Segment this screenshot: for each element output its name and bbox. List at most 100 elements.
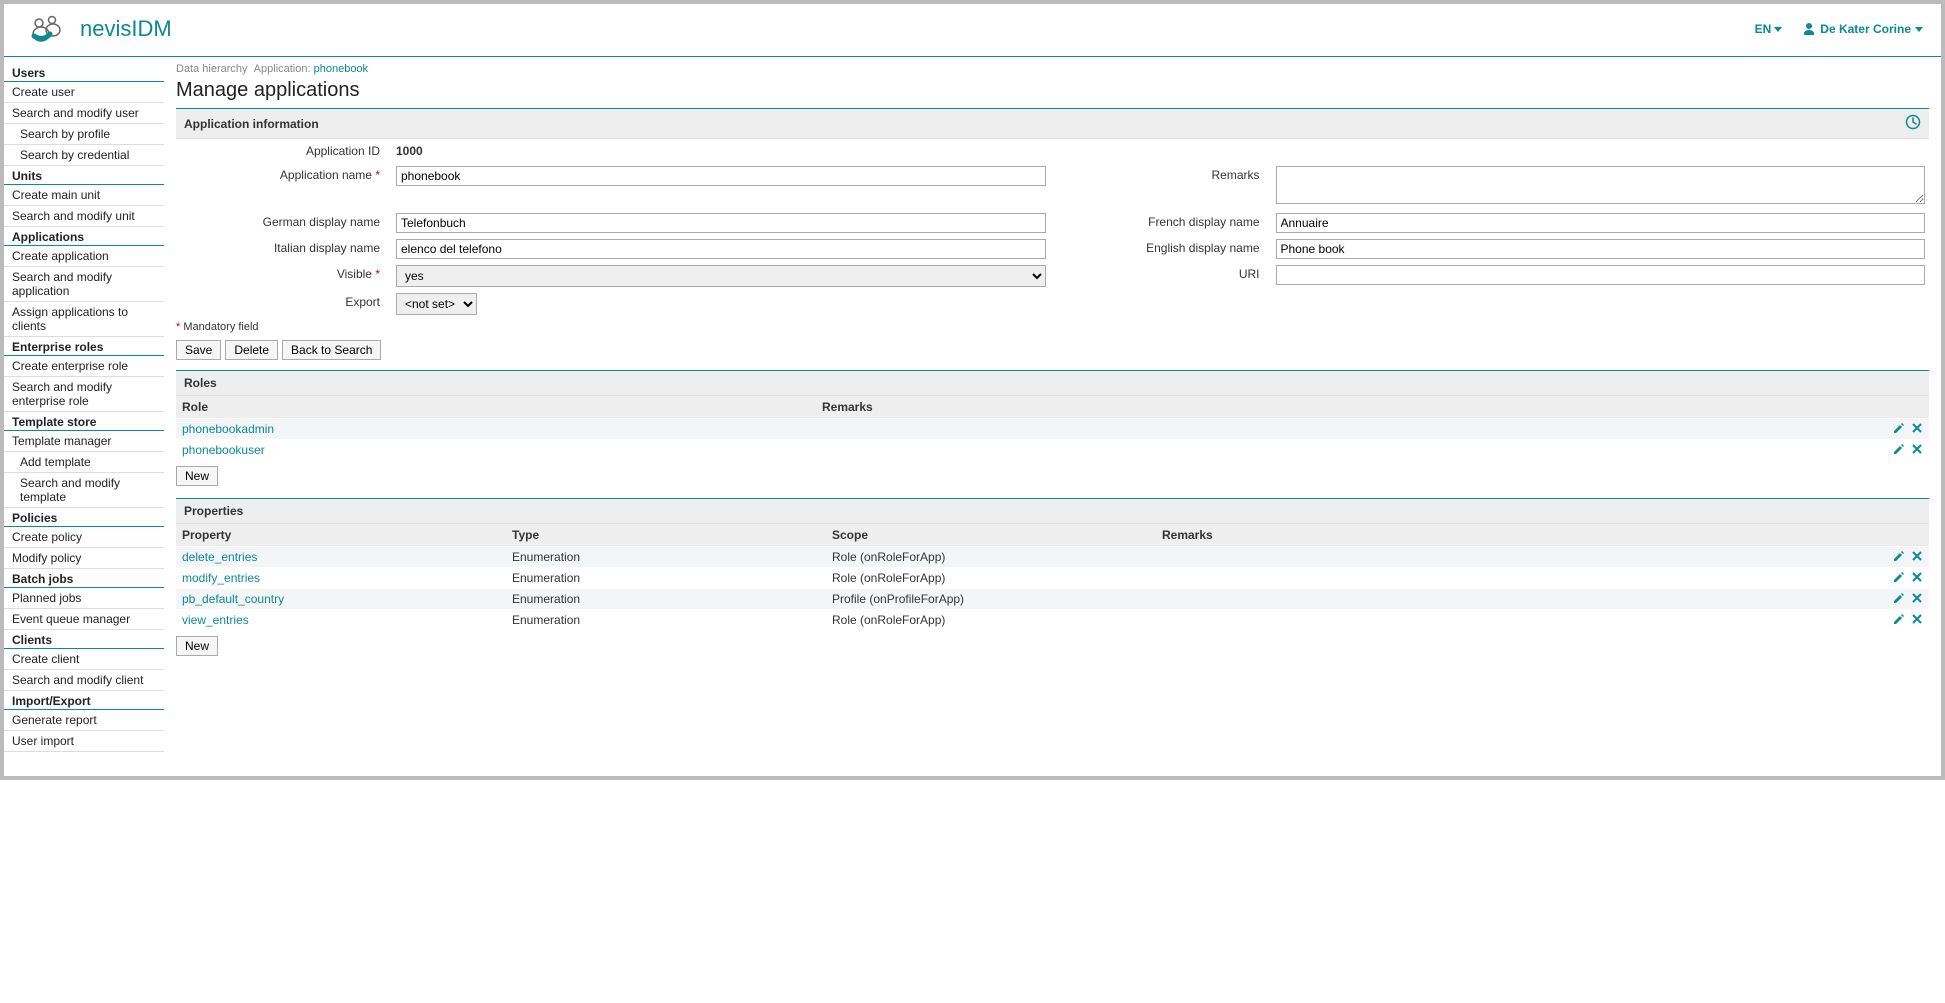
props-col-remarks: Remarks xyxy=(1162,528,1875,542)
sidebar-item[interactable]: Planned jobs xyxy=(4,588,164,609)
sidebar-item[interactable]: Search and modify application xyxy=(4,267,164,302)
input-french[interactable] xyxy=(1276,213,1926,233)
sidebar-item[interactable]: Template manager xyxy=(4,431,164,452)
role-link[interactable]: phonebookadmin xyxy=(182,422,274,436)
table-row: pb_default_country EnumerationProfile (on… xyxy=(176,588,1929,609)
property-remarks xyxy=(1162,571,1875,585)
roles-new-button[interactable]: New xyxy=(176,466,218,486)
sidebar-item[interactable]: Add template xyxy=(4,452,164,473)
sidebar-section: Users xyxy=(4,63,164,82)
property-remarks xyxy=(1162,550,1875,564)
properties-panel: Properties Property Type Scope Remarks d… xyxy=(176,498,1929,658)
label-app-id: Application ID xyxy=(176,139,386,163)
sidebar-item[interactable]: Generate report xyxy=(4,710,164,731)
properties-title: Properties xyxy=(184,504,243,518)
input-remarks[interactable] xyxy=(1276,166,1926,204)
table-row: phonebookadmin xyxy=(176,418,1929,439)
select-export[interactable]: <not set> xyxy=(396,293,477,315)
input-app-name[interactable] xyxy=(396,166,1046,186)
edit-icon[interactable] xyxy=(1893,422,1905,436)
property-scope: Profile (onProfileForApp) xyxy=(832,592,1162,606)
app-info-panel: Application information Application ID 1… xyxy=(176,108,1929,360)
label-remarks: Remarks xyxy=(1056,163,1266,210)
edit-icon[interactable] xyxy=(1893,592,1905,606)
user-name: De Kater Corine xyxy=(1820,22,1911,36)
main-content: Data hierarchy Application: phonebook Ma… xyxy=(164,57,1941,772)
edit-icon[interactable] xyxy=(1893,443,1905,457)
delete-icon[interactable] xyxy=(1911,613,1923,627)
user-menu[interactable]: De Kater Corine xyxy=(1802,22,1923,36)
delete-icon[interactable] xyxy=(1911,571,1923,585)
sidebar-item[interactable]: Create policy xyxy=(4,527,164,548)
edit-icon[interactable] xyxy=(1893,613,1905,627)
label-visible: Visible xyxy=(337,267,372,281)
sidebar-section: Batch jobs xyxy=(4,569,164,588)
sidebar-item[interactable]: Assign applications to clients xyxy=(4,302,164,337)
language-selector[interactable]: EN xyxy=(1755,22,1783,36)
save-button[interactable]: Save xyxy=(176,340,221,360)
sidebar-item[interactable]: Search by credential xyxy=(4,145,164,166)
sidebar-item[interactable]: Create user xyxy=(4,82,164,103)
sidebar-section: Enterprise roles xyxy=(4,337,164,356)
sidebar-item[interactable]: User import xyxy=(4,731,164,752)
user-icon xyxy=(1802,22,1816,36)
label-french: French display name xyxy=(1056,210,1266,236)
property-remarks xyxy=(1162,613,1875,627)
sidebar-item[interactable]: Search and modify user xyxy=(4,103,164,124)
property-type: Enumeration xyxy=(512,571,832,585)
header-right: EN De Kater Corine xyxy=(1755,22,1923,36)
sidebar-section: Policies xyxy=(4,508,164,527)
props-col-type: Type xyxy=(512,528,832,542)
props-col-scope: Scope xyxy=(832,528,1162,542)
properties-new-button[interactable]: New xyxy=(176,636,218,656)
sidebar-section: Applications xyxy=(4,227,164,246)
select-visible[interactable]: yes xyxy=(396,265,1046,287)
breadcrumb-label: Application: xyxy=(254,63,311,75)
role-remarks xyxy=(822,443,1875,457)
delete-icon[interactable] xyxy=(1911,550,1923,564)
sidebar-item[interactable]: Search and modify unit xyxy=(4,206,164,227)
property-link[interactable]: pb_default_country xyxy=(182,592,284,606)
delete-icon[interactable] xyxy=(1911,422,1923,436)
breadcrumb-link[interactable]: phonebook xyxy=(314,63,368,75)
table-row: delete_entriesEnumerationRole (onRoleFor… xyxy=(176,546,1929,567)
role-link[interactable]: phonebookuser xyxy=(182,443,265,457)
input-italian[interactable] xyxy=(396,239,1046,259)
sidebar-item[interactable]: Create main unit xyxy=(4,185,164,206)
delete-icon[interactable] xyxy=(1911,443,1923,457)
sidebar-item[interactable]: Create client xyxy=(4,649,164,670)
sidebar-item[interactable]: Search and modify enterprise role xyxy=(4,377,164,412)
property-scope: Role (onRoleForApp) xyxy=(832,613,1162,627)
delete-icon[interactable] xyxy=(1911,592,1923,606)
header-left: nevisIDM xyxy=(28,12,172,46)
label-uri: URI xyxy=(1056,262,1266,290)
logo-icon xyxy=(28,12,70,46)
property-type: Enumeration xyxy=(512,592,832,606)
app-info-title: Application information xyxy=(184,117,319,131)
edit-icon[interactable] xyxy=(1893,571,1905,585)
input-english[interactable] xyxy=(1276,239,1926,259)
page-title: Manage applications xyxy=(176,79,1929,102)
sidebar-item[interactable]: Modify policy xyxy=(4,548,164,569)
delete-button[interactable]: Delete xyxy=(225,340,278,360)
edit-icon[interactable] xyxy=(1893,550,1905,564)
property-link[interactable]: delete_entries xyxy=(182,550,257,564)
role-remarks xyxy=(822,422,1875,436)
sidebar-section: Units xyxy=(4,166,164,185)
sidebar-item[interactable]: Create application xyxy=(4,246,164,267)
property-type: Enumeration xyxy=(512,550,832,564)
chevron-down-icon xyxy=(1915,27,1923,32)
sidebar-item[interactable]: Create enterprise role xyxy=(4,356,164,377)
sidebar-item[interactable]: Event queue manager xyxy=(4,609,164,630)
sidebar-section: Clients xyxy=(4,630,164,649)
property-link[interactable]: modify_entries xyxy=(182,571,260,585)
sidebar-item[interactable]: Search and modify client xyxy=(4,670,164,691)
back-button[interactable]: Back to Search xyxy=(282,340,381,360)
input-uri[interactable] xyxy=(1276,265,1926,285)
breadcrumb: Data hierarchy Application: phonebook xyxy=(176,63,1929,77)
property-link[interactable]: view_entries xyxy=(182,613,249,627)
input-german[interactable] xyxy=(396,213,1046,233)
sidebar-item[interactable]: Search and modify template xyxy=(4,473,164,508)
sidebar-item[interactable]: Search by profile xyxy=(4,124,164,145)
history-icon[interactable] xyxy=(1905,114,1921,133)
